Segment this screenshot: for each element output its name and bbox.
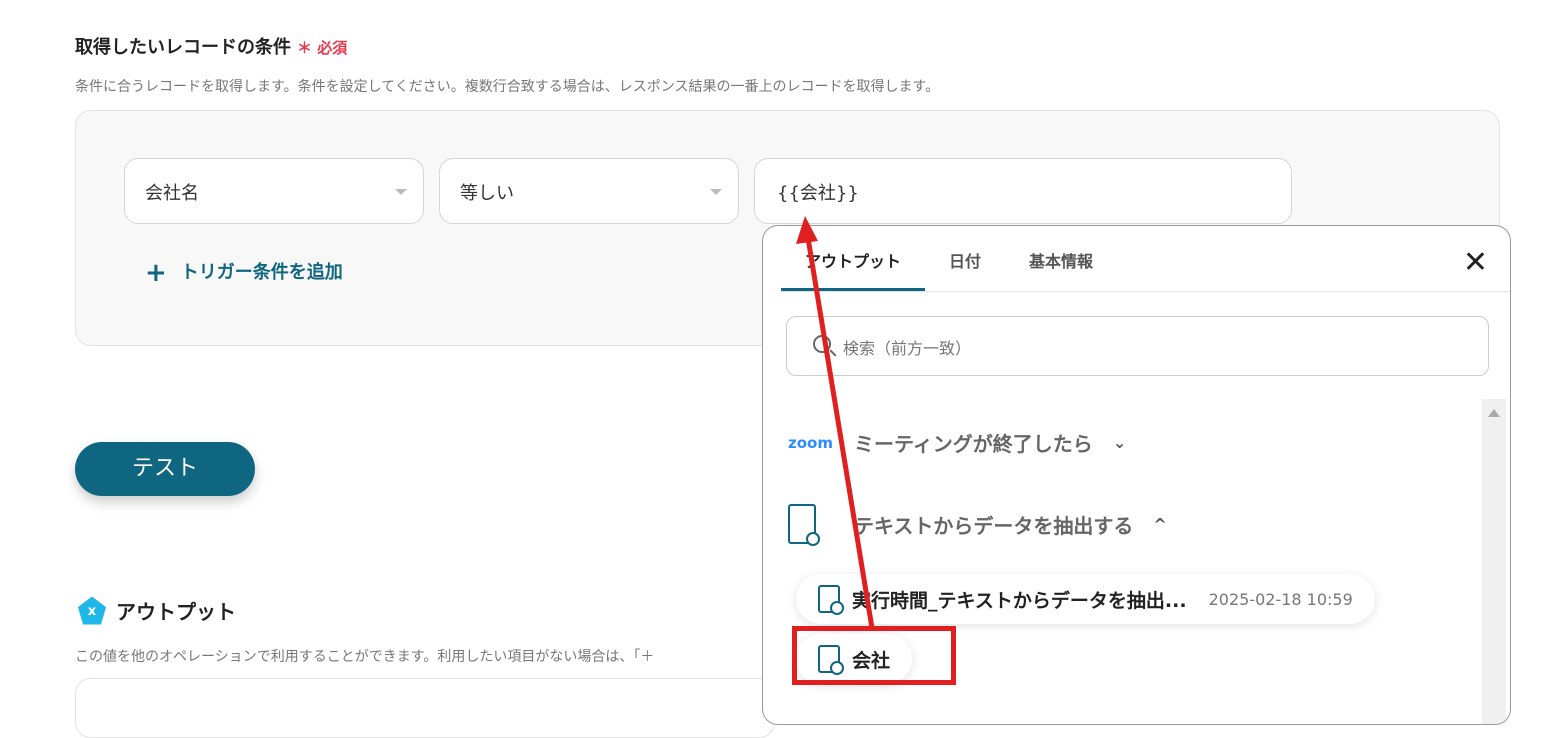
arrow-line xyxy=(805,237,875,629)
arrow-head xyxy=(796,216,818,244)
annotation-arrow xyxy=(796,216,875,629)
